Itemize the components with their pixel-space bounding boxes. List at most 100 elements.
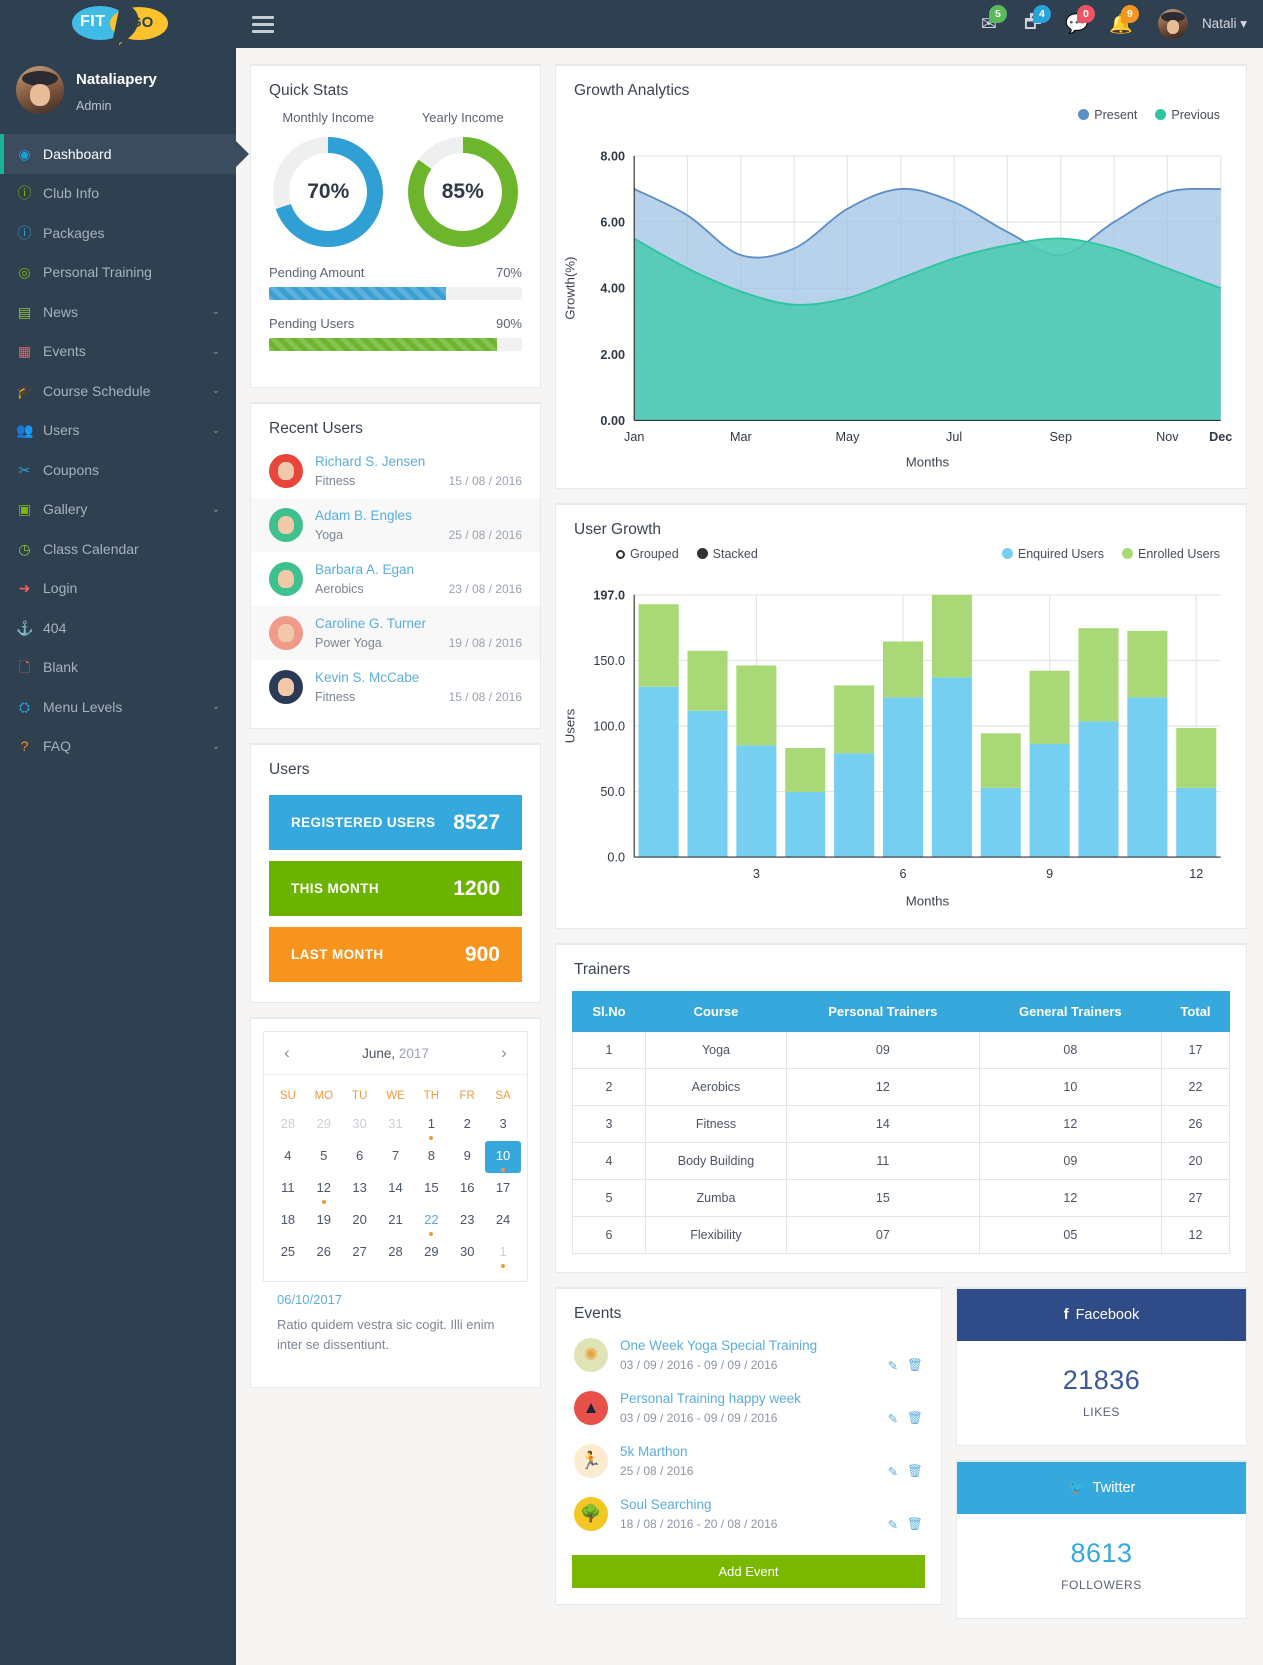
event-name-link[interactable]: Personal Training happy week xyxy=(620,1391,923,1406)
calendar-day[interactable]: 28 xyxy=(378,1237,414,1269)
calendar-day[interactable]: 26 xyxy=(306,1237,342,1269)
calendar-day[interactable]: 29 xyxy=(413,1237,449,1269)
social-card-header[interactable]: f Facebook xyxy=(957,1288,1246,1341)
sidebar-item-blank[interactable]: 🗋 Blank xyxy=(0,648,236,688)
calendar-day[interactable]: 1 xyxy=(485,1237,521,1269)
calendar-day[interactable]: 2 xyxy=(449,1109,485,1141)
calendar-day[interactable]: 10 xyxy=(485,1141,521,1173)
calendar-day[interactable]: 19 xyxy=(306,1205,342,1237)
table-column-header: Sl.No xyxy=(572,990,646,1032)
stat-bar[interactable]: LAST MONTH 900 xyxy=(269,927,522,982)
class-calendar-icon: ◷ xyxy=(18,540,31,557)
stat-bar[interactable]: REGISTERED USERS 8527 xyxy=(269,795,522,850)
calendar-day[interactable]: 16 xyxy=(449,1173,485,1205)
list-item[interactable]: Adam B. Engles Yoga 25 / 08 / 2016 xyxy=(251,498,540,552)
sidebar-item-gallery[interactable]: ▣ Gallery ⌄ xyxy=(0,490,236,530)
sidebar-item-menu-levels[interactable]: ⛭ Menu Levels ⌄ xyxy=(0,687,236,727)
event-name-link[interactable]: One Week Yoga Special Training xyxy=(620,1338,923,1353)
calendar-day[interactable]: 30 xyxy=(449,1237,485,1269)
calendar-day[interactable]: 7 xyxy=(378,1141,414,1173)
social-card-header[interactable]: 🐦 Twitter xyxy=(957,1461,1246,1514)
calendar-day[interactable]: 11 xyxy=(270,1173,306,1205)
calendar-day[interactable]: 18 xyxy=(270,1205,306,1237)
calendar-day[interactable]: 20 xyxy=(342,1205,378,1237)
sidebar-profile[interactable]: Nataliapery Admin xyxy=(0,48,236,134)
calendar-day[interactable]: 30 xyxy=(342,1109,378,1141)
bell-icon[interactable]: 🔔 9 xyxy=(1106,5,1139,39)
calendar-day[interactable]: 24 xyxy=(485,1205,521,1237)
sidebar-item-news[interactable]: ▤ News ⌄ xyxy=(0,292,236,332)
delete-icon[interactable]: 🗑 xyxy=(907,1517,923,1532)
user-name-link[interactable]: Barbara A. Egan xyxy=(315,562,522,577)
calendar-day[interactable]: 9 xyxy=(449,1141,485,1173)
sidebar-item-coupons[interactable]: ✂ Coupons xyxy=(0,450,236,490)
event-name-link[interactable]: 5k Marthon xyxy=(620,1444,923,1459)
sidebar-item-login[interactable]: ➜ Login xyxy=(0,569,236,609)
mail-icon[interactable]: ✉ 5 xyxy=(974,5,1007,39)
donut-caption: Monthly Income xyxy=(282,110,375,125)
calendar-day[interactable]: 13 xyxy=(342,1173,378,1205)
user-name-link[interactable]: Kevin S. McCabe xyxy=(315,670,522,685)
edit-icon[interactable]: ✎ xyxy=(888,1517,898,1532)
calendar-day[interactable]: 21 xyxy=(378,1205,414,1237)
list-item[interactable]: Kevin S. McCabe Fitness 15 / 08 / 2016 xyxy=(251,660,540,714)
calendar-day[interactable]: 6 xyxy=(342,1141,378,1173)
calendar-day[interactable]: 22 xyxy=(413,1205,449,1237)
calendar-day[interactable]: 31 xyxy=(378,1109,414,1141)
legend-item[interactable]: Present xyxy=(1078,108,1137,122)
user-name-link[interactable]: Adam B. Engles xyxy=(315,508,522,523)
calendar-prev-button[interactable]: ‹ xyxy=(278,1043,296,1063)
sidebar-item-events[interactable]: ▦ Events ⌄ xyxy=(0,332,236,372)
calendar-day[interactable]: 15 xyxy=(413,1173,449,1205)
brand-logo[interactable]: FIT GO xyxy=(0,0,236,48)
calendar-day[interactable]: 27 xyxy=(342,1237,378,1269)
event-dot-icon xyxy=(501,1264,506,1268)
delete-icon[interactable]: 🗑 xyxy=(907,1411,923,1426)
calendar-day[interactable]: 8 xyxy=(413,1141,449,1173)
tasks-icon[interactable]: 🗗 4 xyxy=(1018,5,1051,39)
calendar-day[interactable]: 28 xyxy=(270,1109,306,1141)
sidebar-item-club-info[interactable]: ⓘ Club Info xyxy=(0,174,236,214)
sidebar-item-users[interactable]: 👥 Users ⌄ xyxy=(0,411,236,451)
list-item[interactable]: Richard S. Jensen Fitness 15 / 08 / 2016 xyxy=(251,444,540,498)
calendar-day[interactable]: 29 xyxy=(306,1109,342,1141)
edit-icon[interactable]: ✎ xyxy=(888,1358,898,1373)
chat-icon[interactable]: 💬 0 xyxy=(1062,5,1095,39)
mode-option-stacked[interactable]: Stacked xyxy=(696,547,758,561)
calendar-day[interactable]: 3 xyxy=(485,1109,521,1141)
menu-toggle-icon[interactable] xyxy=(252,15,274,33)
stat-bar[interactable]: THIS MONTH 1200 xyxy=(269,861,522,916)
sidebar-item-404[interactable]: ⚓ 404 xyxy=(0,608,236,648)
user-name-link[interactable]: Richard S. Jensen xyxy=(315,454,522,469)
calendar-day[interactable]: 12 xyxy=(306,1173,342,1205)
legend-item[interactable]: Enrolled Users xyxy=(1122,547,1220,561)
edit-icon[interactable]: ✎ xyxy=(888,1464,898,1479)
delete-icon[interactable]: 🗑 xyxy=(907,1464,923,1479)
sidebar-item-personal-training[interactable]: ◎ Personal Training xyxy=(0,253,236,293)
calendar-next-button[interactable]: › xyxy=(495,1043,513,1063)
edit-icon[interactable]: ✎ xyxy=(888,1411,898,1426)
user-name-link[interactable]: Caroline G. Turner xyxy=(315,616,522,631)
calendar-day[interactable]: 17 xyxy=(485,1173,521,1205)
sidebar-item-dashboard[interactable]: ◉ Dashboard xyxy=(0,134,249,174)
sidebar-item-course-schedule[interactable]: 🎓 Course Schedule ⌄ xyxy=(0,371,236,411)
mode-option-grouped[interactable]: Grouped xyxy=(616,547,679,561)
calendar-day[interactable]: 1 xyxy=(413,1109,449,1141)
sidebar-item-faq[interactable]: ? FAQ ⌄ xyxy=(0,727,236,767)
calendar-day[interactable]: 5 xyxy=(306,1141,342,1173)
calendar-day[interactable]: 4 xyxy=(270,1141,306,1173)
event-name-link[interactable]: Soul Searching xyxy=(620,1497,923,1512)
delete-icon[interactable]: 🗑 xyxy=(907,1358,923,1373)
calendar-day[interactable]: 25 xyxy=(270,1237,306,1269)
sidebar-item-packages[interactable]: ⓘ Packages xyxy=(0,213,236,253)
list-item[interactable]: Caroline G. Turner Power Yoga 19 / 08 / … xyxy=(251,606,540,660)
sidebar-item-class-calendar[interactable]: ◷ Class Calendar xyxy=(0,529,236,569)
list-item[interactable]: Barbara A. Egan Aerobics 23 / 08 / 2016 xyxy=(251,552,540,606)
add-event-button[interactable]: Add Event xyxy=(572,1554,925,1588)
calendar-day[interactable]: 23 xyxy=(449,1205,485,1237)
calendar-day[interactable]: 14 xyxy=(378,1173,414,1205)
topbar-avatar[interactable] xyxy=(1157,9,1188,39)
legend-item[interactable]: Previous xyxy=(1155,108,1220,122)
topbar-user-menu[interactable]: Natali ▾ xyxy=(1202,16,1247,32)
legend-item[interactable]: Enquired Users xyxy=(1001,547,1104,561)
